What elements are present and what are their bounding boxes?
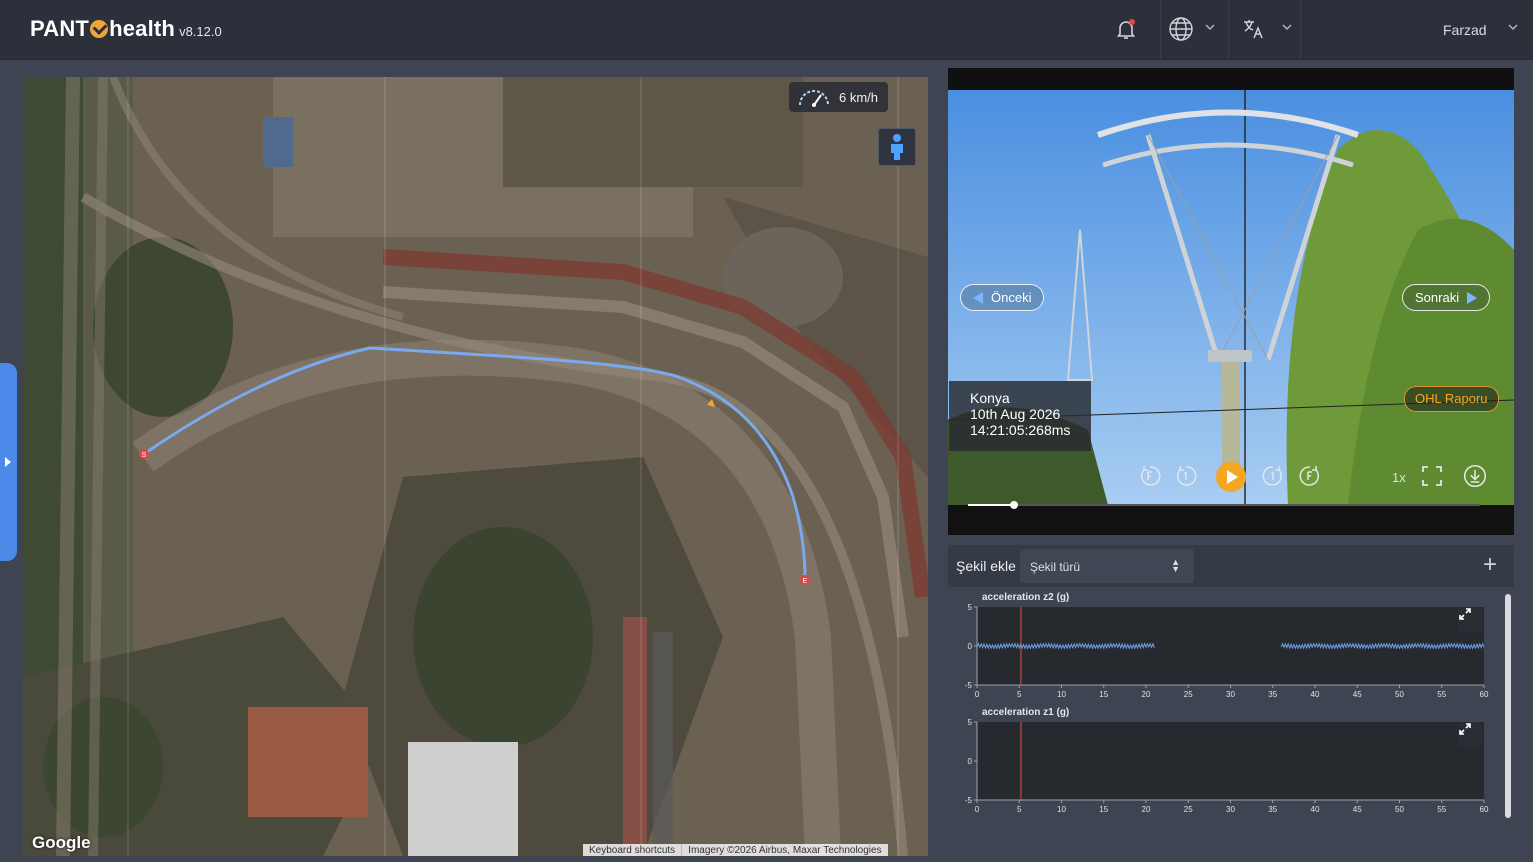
y-tick-label: -5	[965, 796, 973, 805]
map-view[interactable]: S E 6 km/h Google Keyboard shortcuts Ima…	[23, 77, 928, 856]
y-tick-label: 5	[968, 718, 973, 727]
speedometer-icon	[799, 90, 829, 107]
x-tick-label: 30	[1226, 690, 1235, 698]
top-bar: PANT health v8.12.0 Farzad	[0, 0, 1533, 60]
next-button[interactable]: Sonraki	[1402, 284, 1491, 311]
x-tick-label: 45	[1353, 805, 1362, 813]
x-tick-label: 40	[1311, 690, 1320, 698]
start-marker: S	[139, 449, 149, 459]
x-tick-label: 10	[1057, 690, 1066, 698]
date-label: 10th Aug 2026	[970, 406, 1061, 422]
video-player[interactable]: Önceki Sonraki Konya 10th Aug 2026 14:21…	[948, 68, 1514, 535]
x-tick-label: 20	[1142, 690, 1151, 698]
forward-one-icon[interactable]	[1261, 464, 1285, 488]
y-tick-label: 0	[968, 642, 973, 651]
brand-logo[interactable]: PANT health v8.12.0	[30, 16, 222, 42]
x-tick-label: 20	[1142, 805, 1151, 813]
notification-bell-icon[interactable]	[1111, 14, 1141, 44]
ohl-report-button[interactable]: OHL Raporu	[1404, 386, 1499, 412]
expand-icon	[1459, 723, 1471, 735]
x-tick-label: 60	[1480, 690, 1489, 698]
globe-icon[interactable]	[1166, 14, 1196, 44]
chart-toolbar: Şekil ekle Şekil türü ▲ ▼ +	[948, 545, 1514, 587]
speed-value: 6 km/h	[839, 89, 879, 105]
map-attribution: Keyboard shortcuts Imagery ©2026 Airbus,…	[583, 844, 888, 856]
x-tick-label: 5	[1017, 805, 1022, 813]
x-tick-label: 50	[1395, 690, 1404, 698]
rewind-one-icon[interactable]	[1174, 464, 1198, 488]
expand-chart-button[interactable]	[1458, 722, 1482, 746]
progress-handle[interactable]	[1010, 501, 1019, 509]
video-progress-bar[interactable]	[968, 501, 1480, 509]
x-tick-label: 0	[975, 690, 980, 698]
previous-button[interactable]: Önceki	[960, 284, 1045, 311]
sidebar-toggle-button[interactable]	[0, 363, 17, 561]
x-tick-label: 5	[1017, 690, 1022, 698]
x-tick-label: 45	[1353, 690, 1362, 698]
x-tick-label: 35	[1268, 690, 1277, 698]
x-tick-label: 10	[1057, 805, 1066, 813]
google-logo: Google	[32, 833, 91, 852]
x-tick-label: 40	[1311, 805, 1320, 813]
y-tick-label: 0	[968, 757, 973, 766]
x-tick-label: 15	[1099, 805, 1108, 813]
play-icon	[1227, 470, 1238, 484]
frame-forward-icon[interactable]	[1298, 464, 1322, 488]
progress-fill	[968, 504, 1015, 506]
plot-area	[977, 607, 1484, 685]
charts-panel: acceleration z2 (g) 0 5 10 15 20 25 30 35 40 45 50…	[948, 588, 1514, 828]
add-chart-label: Şekil ekle	[956, 558, 1016, 574]
x-tick-label: 25	[1184, 805, 1193, 813]
chevron-down-icon[interactable]	[1506, 20, 1520, 34]
expand-icon	[1459, 608, 1471, 620]
x-tick-label: 35	[1268, 805, 1277, 813]
street-view-pegman-icon[interactable]	[878, 128, 916, 166]
chart-acceleration-z1: acceleration z1 (g) 0 5 10 15 20 25 30 35 40 45 50…	[948, 703, 1504, 813]
chart-plot: 0 5 10 15 20 25 30 35 40 45 50 55 6050-5	[965, 603, 1489, 698]
app-version: v8.12.0	[179, 24, 222, 39]
select-arrows-icon: ▲ ▼	[1171, 557, 1180, 574]
x-tick-label: 55	[1437, 690, 1446, 698]
imagery-credit: Imagery ©2026 Airbus, Maxar Technologies	[681, 844, 887, 856]
x-tick-label: 30	[1226, 805, 1235, 813]
y-tick-label: 5	[968, 603, 973, 612]
chevron-right-icon	[4, 457, 11, 467]
svg-text:S: S	[142, 452, 147, 459]
svg-text:E: E	[803, 578, 808, 585]
chart-plot: 0 5 10 15 20 25 30 35 40 45 50 55 6050-5	[965, 718, 1489, 813]
x-tick-label: 0	[975, 805, 980, 813]
brand-mark-icon	[90, 20, 109, 38]
translate-icon[interactable]	[1238, 14, 1268, 44]
location-label: Konya	[970, 390, 1010, 406]
x-tick-label: 15	[1099, 690, 1108, 698]
arrow-right-icon	[1467, 291, 1478, 304]
x-tick-label: 55	[1437, 805, 1446, 813]
chart-acceleration-z2: acceleration z2 (g) 0 5 10 15 20 25 30 35 40 45 50…	[948, 588, 1504, 698]
plot-area	[977, 722, 1484, 800]
end-marker: E	[800, 575, 810, 585]
x-tick-label: 60	[1480, 805, 1489, 813]
download-icon[interactable]	[1463, 464, 1487, 488]
playback-speed[interactable]: 1x	[1392, 470, 1406, 485]
satellite-imagery: S E	[23, 77, 928, 856]
chevron-down-icon[interactable]	[1203, 20, 1217, 34]
frame-back-icon[interactable]	[1138, 464, 1162, 488]
fullscreen-icon[interactable]	[1420, 464, 1444, 488]
chevron-down-icon[interactable]	[1280, 20, 1294, 34]
chart-type-select[interactable]: Şekil türü ▲ ▼	[1020, 549, 1194, 583]
expand-chart-button[interactable]	[1458, 607, 1482, 631]
charts-scrollbar[interactable]	[1505, 594, 1511, 818]
arrow-left-icon	[973, 291, 983, 304]
user-menu[interactable]: Farzad	[1443, 22, 1487, 38]
keyboard-shortcuts-link[interactable]: Keyboard shortcuts	[583, 844, 681, 856]
time-label: 14:21:05:268ms	[970, 422, 1071, 438]
x-tick-label: 50	[1395, 805, 1404, 813]
frame-info: Konya 10th Aug 2026 14:21:05:268ms	[949, 381, 1091, 451]
brand-name: PANT health	[30, 16, 176, 41]
speed-indicator: 6 km/h	[789, 82, 889, 112]
x-tick-label: 25	[1184, 690, 1193, 698]
y-tick-label: -5	[965, 681, 973, 690]
play-button[interactable]	[1216, 462, 1246, 492]
add-chart-button[interactable]: +	[1476, 552, 1504, 580]
